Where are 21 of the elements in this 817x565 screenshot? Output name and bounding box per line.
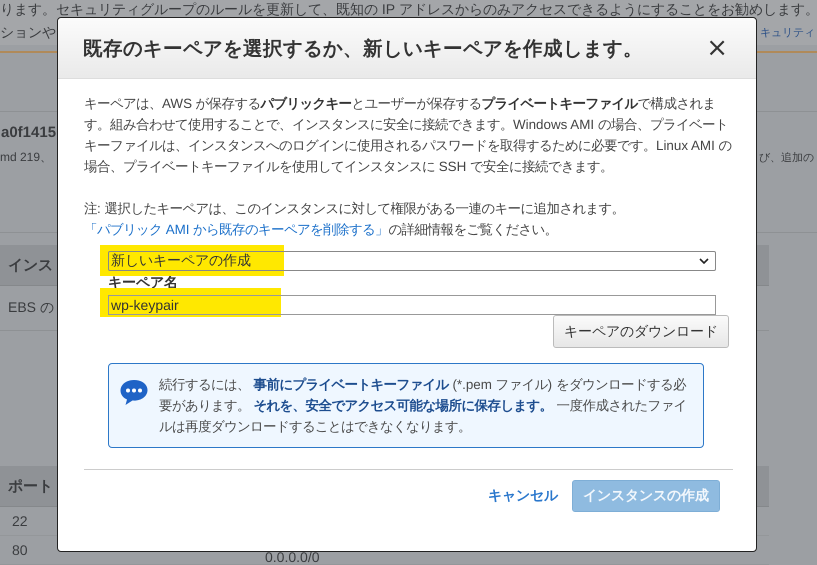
dialog-title: 既存のキーペアを選択するか、新しいキーペアを作成します。: [83, 36, 643, 62]
chevron-icon: [699, 258, 709, 264]
ami-description: び、追加の: [759, 151, 814, 166]
table-cell-text: 80: [12, 542, 29, 558]
table-cell: EBS の: [8, 299, 54, 317]
ami-id: a0f1415: [1, 124, 56, 142]
close-button[interactable]: ×: [704, 35, 730, 61]
speech-bubble-icon: [119, 378, 149, 406]
notice-text: ります。セキュリティグループのルールを更新して、既知の IP アドレスからのみアクセスできるようにすることをお勧めします。: [0, 1, 817, 17]
cancel-link[interactable]: キャンセル: [488, 487, 558, 505]
table-cell-text: 22: [12, 513, 29, 529]
description-text: キーペアは、AWS が保存するパブリックキーとユーザーが保存するプライベートキーファイルで構成されます。組み合わせて使用することで、インスタンスに安全に接続できます。Windows AMI の場合、プライベートキーファイルは、インスタンスへのログインに使用されるパスワードを取得するために必要です。Linux AMI の場合、プライベートキーファイルを使用してインスタンスに SSH で安全に接続できます。: [84, 95, 733, 176]
note-text: 注: 選択したキーペアは、このインスタンスに対して権限がある一連のキーに追加されます。 「パブリック AMI から既存のキーペアを削除する」の詳細情報をご覧ください。: [84, 200, 626, 239]
key-pair-name-field[interactable]: wp-keypair: [108, 295, 716, 315]
ami-description: md 219、: [0, 149, 52, 166]
info-text: 続行するには、 事前にプライベートキーファイル (*.pem ファイル) をダウンロードする必要があります。 それを、安全でアクセス可能な場所に保存します。 一度作成されたファイルは再度ダウンロードすることはできなくなります。: [159, 376, 688, 436]
key-pair-dropdown[interactable]: 新しいキーペアの作成: [108, 251, 716, 271]
background-text: ションや: [0, 24, 56, 42]
table-cell-text: 0.0.0.0/0: [265, 548, 320, 565]
help-link[interactable]: 「パブリック AMI から既存のキーペアを削除する」: [84, 222, 388, 237]
download-button[interactable]: キーペアのダウンロード: [553, 315, 729, 348]
